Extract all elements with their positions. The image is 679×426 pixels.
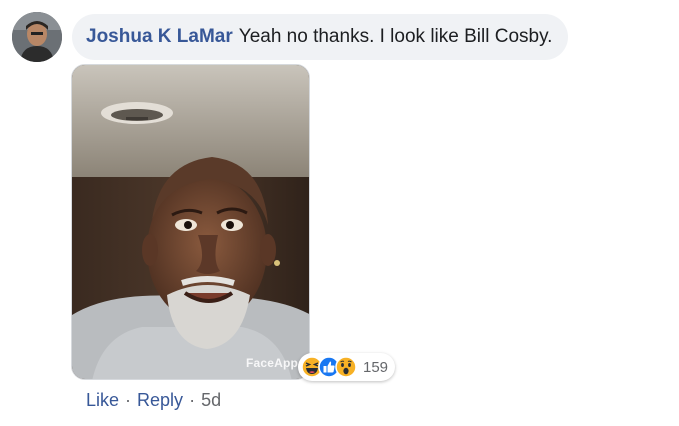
photo-watermark: FaceApp [246,356,299,370]
comment-text: Yeah no thanks. I look like Bill Cosby. [238,26,553,47]
comment-actions: Like · Reply · 5d [86,390,221,411]
wow-icon [335,356,357,378]
reply-button[interactable]: Reply [137,390,183,411]
reaction-count: 159 [363,358,389,376]
reactions-summary[interactable]: 159 [298,353,396,381]
avatar-image [12,12,62,62]
separator: · [189,390,196,410]
separator: · [125,390,132,410]
comment-author[interactable]: Joshua K LaMar [86,26,233,48]
comment-bubble: Joshua K LaMar Yeah no thanks. I look li… [72,14,569,60]
like-button[interactable]: Like [86,390,119,411]
comment-photo[interactable]: FaceApp [71,64,310,380]
comment-timestamp[interactable]: 5d [201,390,221,411]
avatar[interactable] [12,12,62,62]
photo-image [72,65,309,379]
